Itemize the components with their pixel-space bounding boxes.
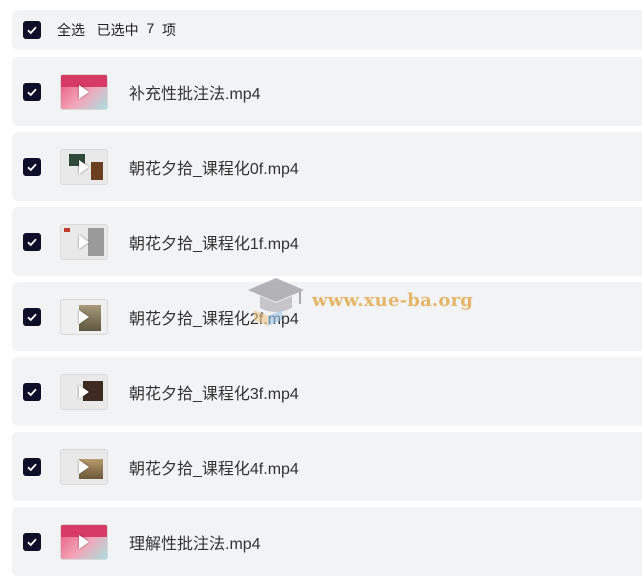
play-icon	[79, 309, 89, 324]
file-row[interactable]: 朝花夕拾_课程化1f.mp4	[12, 207, 642, 276]
file-name[interactable]: 朝花夕拾_课程化2f.mp4	[129, 305, 299, 329]
selected-prefix: 已选中	[96, 22, 139, 38]
file-checkbox[interactable]	[23, 82, 41, 101]
select-all-checkbox[interactable]	[23, 21, 41, 39]
file-checkbox[interactable]	[23, 232, 41, 251]
checkmark-icon	[27, 26, 37, 35]
video-thumbnail[interactable]	[60, 73, 108, 110]
selected-count: 7	[146, 20, 155, 36]
video-thumbnail[interactable]	[60, 223, 108, 260]
video-thumbnail[interactable]	[60, 448, 108, 485]
video-thumbnail[interactable]	[60, 298, 108, 335]
file-row[interactable]: 朝花夕拾_课程化2f.mp4	[12, 282, 642, 351]
checkmark-icon	[27, 463, 37, 471]
selection-summary: 全选 已选中 7 项	[57, 20, 176, 40]
select-all-bar: 全选 已选中 7 项	[12, 10, 642, 50]
selected-suffix: 项	[162, 22, 177, 38]
video-thumbnail[interactable]	[60, 148, 108, 185]
play-icon	[79, 384, 89, 399]
file-row[interactable]: 朝花夕拾_课程化4f.mp4	[12, 432, 642, 501]
file-checkbox[interactable]	[23, 532, 41, 551]
file-name[interactable]: 补充性批注法.mp4	[129, 80, 261, 104]
video-thumbnail[interactable]	[60, 523, 108, 560]
file-row[interactable]: 朝花夕拾_课程化3f.mp4	[12, 357, 642, 426]
checkmark-icon	[27, 313, 37, 321]
checkmark-icon	[27, 538, 37, 546]
checkmark-icon	[27, 388, 37, 396]
file-checkbox[interactable]	[23, 457, 41, 476]
file-row[interactable]: 理解性批注法.mp4	[12, 507, 642, 576]
file-checkbox[interactable]	[23, 307, 41, 326]
file-row[interactable]: 补充性批注法.mp4	[12, 57, 642, 126]
file-checkbox[interactable]	[23, 382, 41, 401]
play-icon	[79, 459, 89, 474]
play-icon	[79, 159, 89, 174]
file-name[interactable]: 朝花夕拾_课程化0f.mp4	[129, 155, 299, 179]
select-all-label[interactable]: 全选	[57, 20, 85, 40]
file-row[interactable]: 朝花夕拾_课程化0f.mp4	[12, 132, 642, 201]
checkmark-icon	[27, 238, 37, 246]
file-name[interactable]: 朝花夕拾_课程化4f.mp4	[129, 455, 299, 479]
file-name[interactable]: 朝花夕拾_课程化1f.mp4	[129, 230, 299, 254]
file-name[interactable]: 理解性批注法.mp4	[129, 530, 261, 554]
play-icon	[79, 234, 89, 249]
play-icon	[79, 534, 89, 549]
file-name[interactable]: 朝花夕拾_课程化3f.mp4	[129, 380, 299, 404]
video-thumbnail[interactable]	[60, 373, 108, 410]
checkmark-icon	[27, 88, 37, 96]
checkmark-icon	[27, 163, 37, 171]
file-checkbox[interactable]	[23, 157, 41, 176]
play-icon	[79, 84, 89, 99]
